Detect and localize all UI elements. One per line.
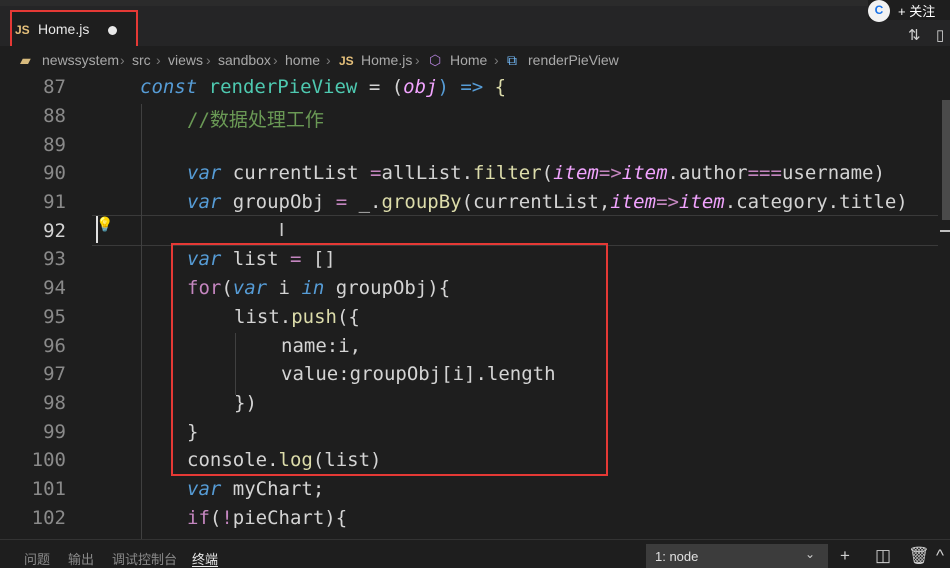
chevron-right-icon: › <box>326 52 331 68</box>
tab-debug-console[interactable]: 调试控制台 <box>112 549 177 568</box>
new-terminal-icon[interactable]: + <box>840 546 850 566</box>
breadcrumb: ▰ newssystem › src › views › sandbox › h… <box>0 46 950 74</box>
chevron-right-icon: › <box>273 52 278 68</box>
code-line-102: if(!pieChart){ <box>187 507 348 529</box>
avatar: C <box>868 0 890 22</box>
chevron-right-icon: › <box>206 52 211 68</box>
chevron-down-icon: ⌄ <box>805 547 816 561</box>
split-editor-icon[interactable]: ▯ <box>936 26 944 44</box>
code-line-87: const renderPieView = (obj) => { <box>140 76 507 98</box>
breadcrumb-item-home-component[interactable]: Home <box>450 52 487 68</box>
line-number: 102 <box>31 507 66 529</box>
component-icon: ⬡ <box>429 52 442 68</box>
line-number: 88 <box>43 105 66 127</box>
highlight-annotation-box <box>171 243 608 476</box>
line-number-gutter: 87 88 89 90 91 92 93 94 95 96 97 98 99 1… <box>0 74 92 539</box>
line-number: 100 <box>31 449 66 471</box>
breadcrumb-item-newssystem[interactable]: newssystem <box>42 52 119 68</box>
tab-filename: Home.js <box>38 21 90 37</box>
code-line-90: var currentList =allList.filter(item=>it… <box>187 162 885 184</box>
code-line-91: var groupObj = _.groupBy(currentList,ite… <box>187 191 908 213</box>
js-file-icon: JS <box>15 23 30 37</box>
panel-tab-bar: 问题 输出 调试控制台 终端 1: node ⌄ + ◫ 🗑 ^ <box>0 539 950 568</box>
chevron-right-icon: › <box>156 52 161 68</box>
breadcrumb-item-sandbox[interactable]: sandbox <box>218 52 271 68</box>
line-number: 89 <box>43 134 66 156</box>
line-number: 91 <box>43 191 66 213</box>
code-line-101: var myChart; <box>187 478 325 500</box>
tab-problems[interactable]: 问题 <box>24 549 50 568</box>
breadcrumb-item-renderpieview[interactable]: renderPieView <box>528 52 619 68</box>
line-number: 99 <box>43 421 66 443</box>
code-line-88: //数据处理工作 <box>187 109 324 131</box>
js-file-icon: JS <box>339 54 354 68</box>
split-terminal-icon[interactable]: ◫ <box>875 546 891 566</box>
line-number: 101 <box>31 478 66 500</box>
chevron-right-icon: › <box>415 52 420 68</box>
trash-icon[interactable]: 🗑 <box>908 546 930 566</box>
tab-home-js[interactable]: JS Home.js <box>10 10 138 48</box>
variable-icon: ⧉ <box>507 52 517 68</box>
line-number: 90 <box>43 162 66 184</box>
tab-output[interactable]: 输出 <box>68 549 94 568</box>
terminal-select[interactable]: 1: node ⌄ <box>646 544 828 568</box>
line-number: 96 <box>43 335 66 357</box>
line-number-active: 92 <box>43 220 66 242</box>
unsaved-dot-icon[interactable] <box>108 26 117 35</box>
chevron-right-icon: › <box>120 52 125 68</box>
line-number: 95 <box>43 306 66 328</box>
compare-changes-icon[interactable]: ⇅ <box>908 26 921 44</box>
breadcrumb-item-src[interactable]: src <box>132 52 151 68</box>
terminal-select-value: 1: node <box>655 549 699 564</box>
line-number: 87 <box>43 76 66 98</box>
line-number: 97 <box>43 363 66 385</box>
scrollbar-thumb[interactable] <box>942 100 950 220</box>
line-number: 98 <box>43 392 66 414</box>
follow-overlay[interactable]: C + 关注 <box>868 0 950 22</box>
line-number: 93 <box>43 248 66 270</box>
follow-label[interactable]: + 关注 <box>898 1 935 20</box>
scrollbar-cursor-marker <box>940 230 950 232</box>
breadcrumb-item-home[interactable]: home <box>285 52 320 68</box>
breadcrumb-item-home-js[interactable]: Home.js <box>361 52 412 68</box>
line-number: 94 <box>43 277 66 299</box>
more-icon[interactable]: ^ <box>936 546 944 566</box>
breadcrumb-item-views[interactable]: views <box>168 52 203 68</box>
editor-tab-bar: JS Home.js ⇅ ▯ <box>0 6 950 48</box>
folder-icon: ▰ <box>20 52 31 68</box>
tab-actions: ⇅ ▯ <box>908 26 950 48</box>
chevron-right-icon: › <box>494 52 499 68</box>
